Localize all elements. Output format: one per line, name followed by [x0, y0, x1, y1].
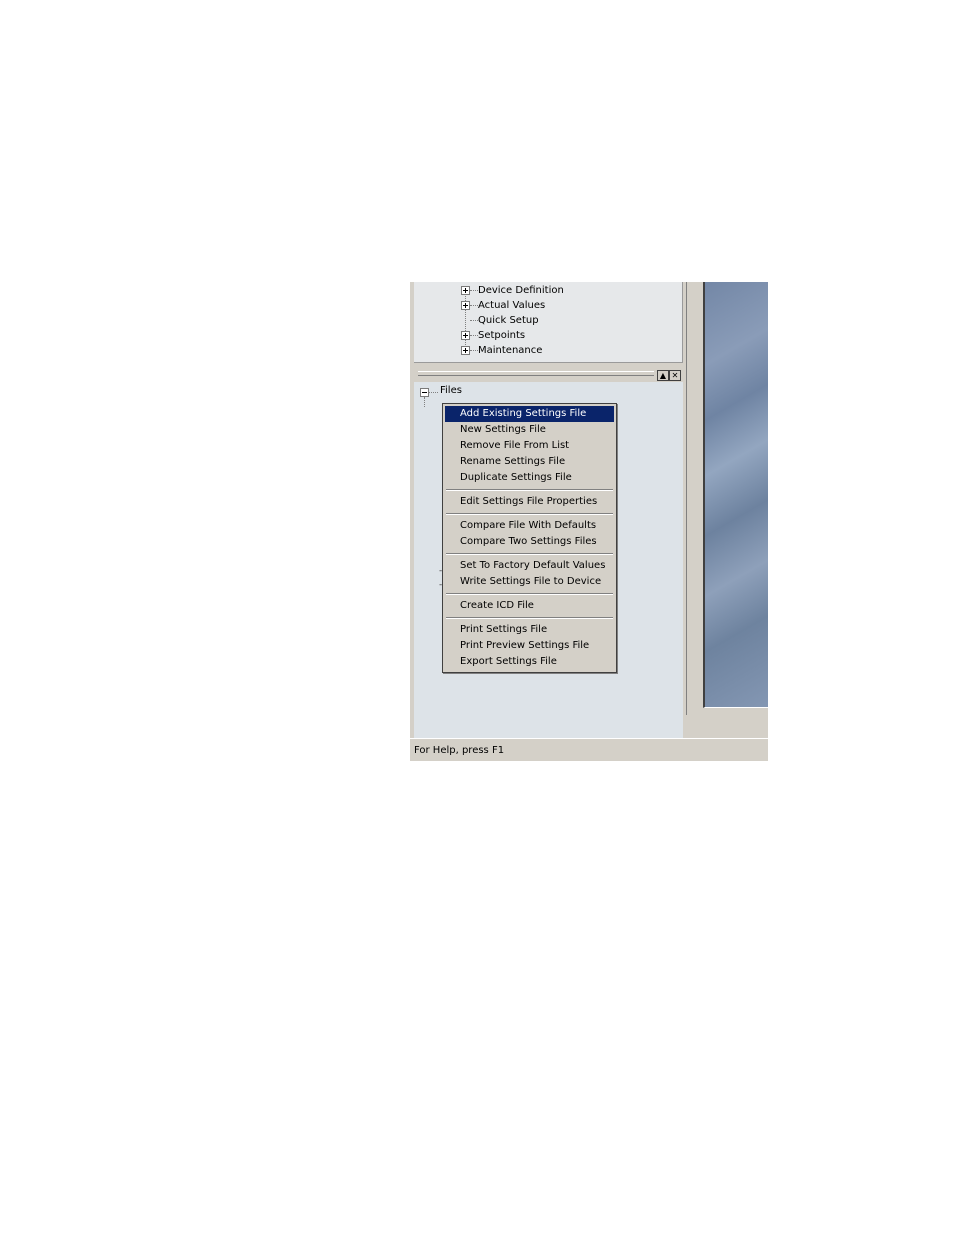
menu-separator: [446, 593, 613, 595]
expand-icon[interactable]: [461, 331, 470, 340]
menu-item[interactable]: Remove File From List: [445, 438, 614, 454]
pane-splitter[interactable]: ▲ ✕: [414, 368, 684, 381]
tree-item-label: Actual Values: [478, 300, 546, 311]
menu-item[interactable]: Set To Factory Default Values: [445, 558, 614, 574]
tree-item-label: Maintenance: [478, 345, 543, 356]
menu-item[interactable]: Add Existing Settings File: [445, 406, 614, 422]
menu-item[interactable]: Rename Settings File: [445, 454, 614, 470]
menu-item[interactable]: Create ICD File: [445, 598, 614, 614]
tree-item[interactable]: Actual Values: [414, 298, 674, 313]
menu-item[interactable]: Compare File With Defaults: [445, 518, 614, 534]
status-bar: For Help, press F1: [410, 738, 768, 761]
menu-item[interactable]: New Settings File: [445, 422, 614, 438]
tree-item-label: Device Definition: [478, 285, 564, 296]
tree-item[interactable]: Setpoints: [414, 328, 674, 343]
pane-up-button[interactable]: ▲: [657, 370, 669, 381]
pane-close-button[interactable]: ✕: [669, 370, 681, 381]
menu-separator: [446, 513, 613, 515]
tree-item-label: Quick Setup: [478, 315, 539, 326]
menu-item[interactable]: Edit Settings File Properties: [445, 494, 614, 510]
tree-item-label: Setpoints: [478, 330, 526, 341]
menu-item[interactable]: Print Settings File: [445, 622, 614, 638]
settings-tree-panel: Device Definition Actual Values Quick Setu…: [414, 282, 683, 363]
menu-item[interactable]: Export Settings File: [445, 654, 614, 670]
tree-item[interactable]: Maintenance: [414, 343, 674, 358]
workspace-background: [703, 282, 768, 708]
tree-item[interactable]: Quick Setup: [414, 313, 674, 328]
status-text: For Help, press F1: [414, 745, 505, 756]
files-collapse-icon[interactable]: [420, 388, 429, 397]
files-root-label[interactable]: Files: [440, 385, 462, 396]
menu-item[interactable]: Print Preview Settings File: [445, 638, 614, 654]
menu-item[interactable]: Duplicate Settings File: [445, 470, 614, 486]
menu-separator: [446, 617, 613, 619]
application-window: Device Definition Actual Values Quick Setu…: [410, 282, 768, 761]
tree-item[interactable]: Device Definition: [414, 283, 674, 298]
menu-separator: [446, 553, 613, 555]
menu-item[interactable]: Compare Two Settings Files: [445, 534, 614, 550]
context-menu: Add Existing Settings File New Settings F…: [442, 403, 617, 673]
expand-icon[interactable]: [461, 286, 470, 295]
expand-icon[interactable]: [461, 346, 470, 355]
expand-icon[interactable]: [461, 301, 470, 310]
menu-separator: [446, 489, 613, 491]
menu-item[interactable]: Write Settings File to Device: [445, 574, 614, 590]
